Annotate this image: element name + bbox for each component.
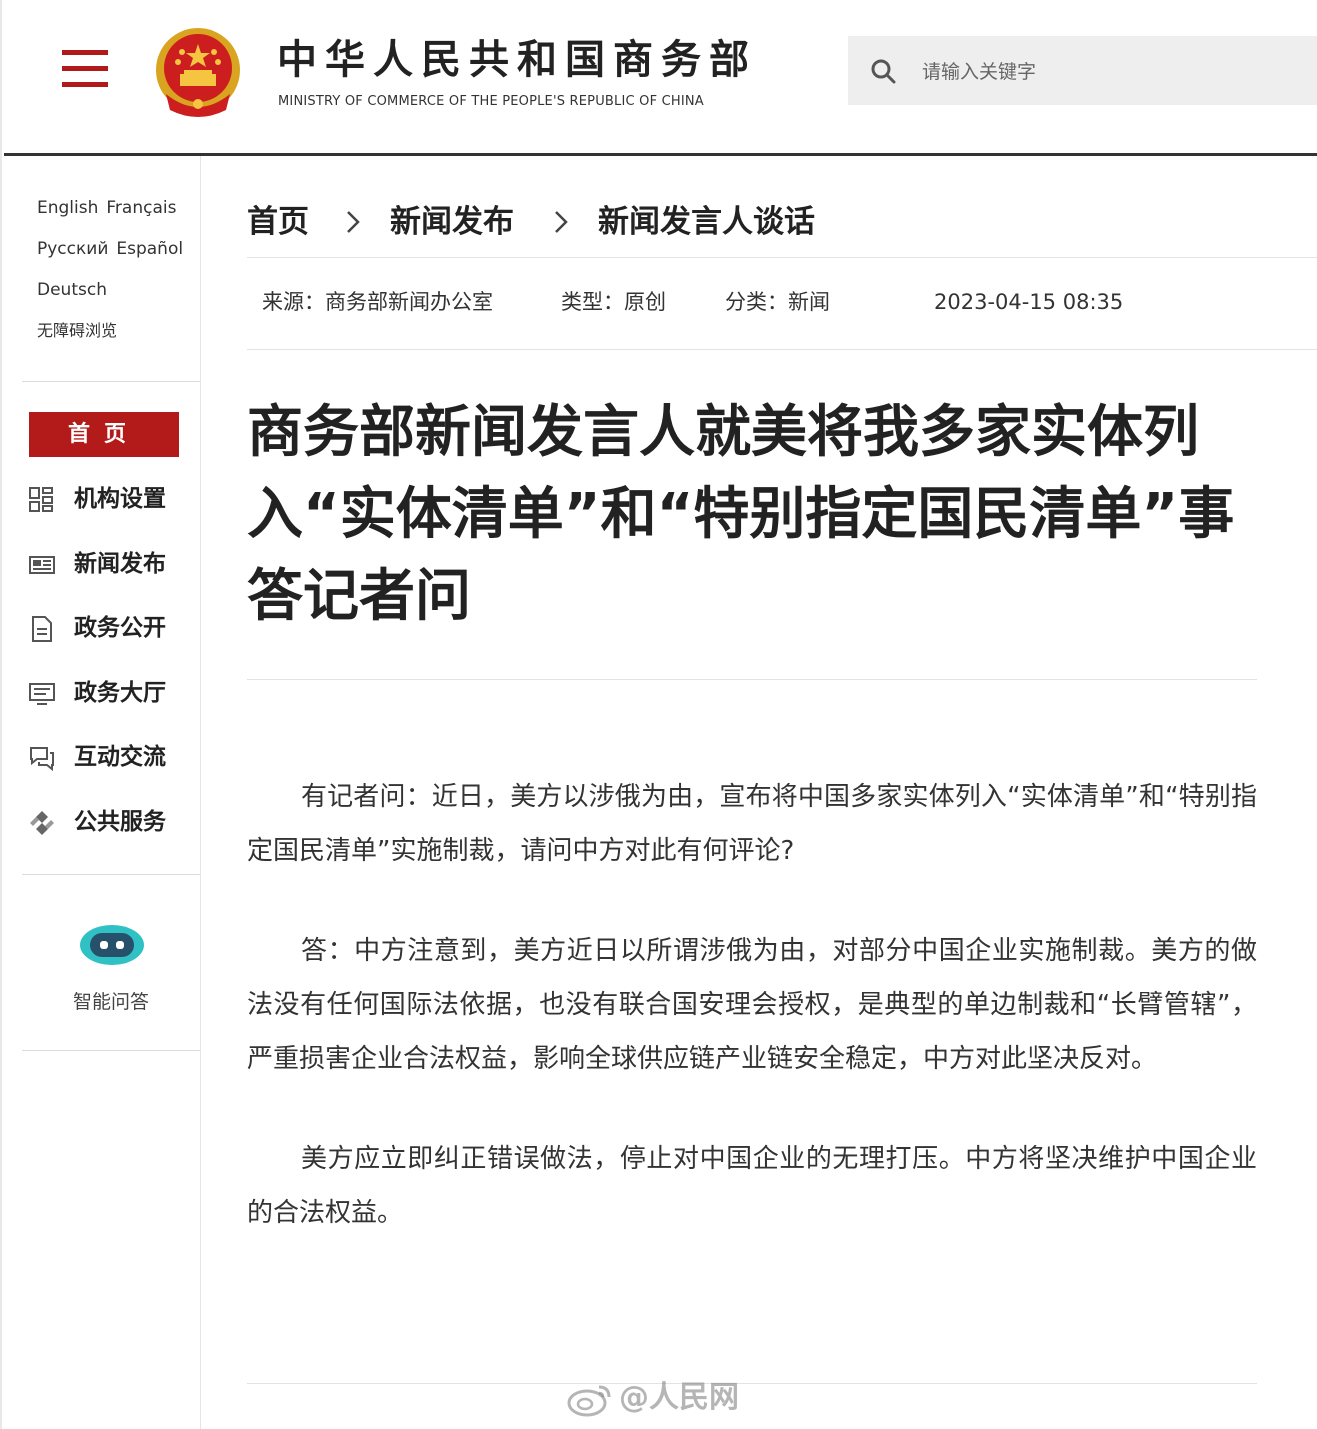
ai-assistant-label: 智能问答	[72, 991, 149, 1013]
ai-assistant-button[interactable]: 智能问答	[22, 905, 200, 1025]
title-divider	[247, 679, 1257, 680]
watermark: @人民网	[565, 1376, 739, 1420]
article-paragraph: 答：中方注意到，美方近日以所谓涉俄为由，对部分中国企业实施制裁。美方的做法没有任…	[247, 936, 1257, 1074]
monitor-icon	[29, 683, 55, 705]
sidebar-rule-middle	[22, 874, 200, 875]
breadcrumb-home-link[interactable]: 首页	[247, 198, 309, 246]
lang-french-link[interactable]: Français	[106, 198, 176, 218]
chevron-right-icon	[555, 211, 568, 233]
breadcrumb-divider	[247, 257, 1317, 258]
sidebar-item-interaction[interactable]: 互动交流	[28, 738, 200, 778]
sidebar-item-service-hall[interactable]: 政务大厅	[28, 674, 200, 714]
article-bottom-divider	[247, 1383, 1257, 1384]
watermark-text: @人民网	[619, 1380, 739, 1415]
sidebar-item-public-service[interactable]: 公共服务	[28, 803, 200, 843]
lang-german-link[interactable]: Deutsch	[37, 280, 107, 300]
robot-icon	[80, 925, 144, 965]
newspaper-icon	[29, 556, 55, 574]
weibo-icon	[567, 1385, 611, 1416]
service-icon	[30, 811, 54, 835]
sidebar-item-label: 互动交流	[74, 744, 166, 770]
sidebar-item-organization[interactable]: 机构设置	[28, 480, 200, 520]
sidebar-divider	[200, 156, 201, 1429]
meta-divider	[247, 349, 1317, 350]
search-input[interactable]	[922, 56, 1302, 88]
document-icon	[32, 616, 52, 642]
sidebar-item-news[interactable]: 新闻发布	[28, 545, 200, 585]
site-title: 中华人民共和国商务部	[277, 37, 757, 83]
sidebar-item-government-affairs[interactable]: 政务公开	[28, 609, 200, 649]
article-datetime: 2023-04-15 08:35	[934, 290, 1124, 314]
language-links: English Français Русский Español Deutsch 无…	[37, 192, 197, 356]
sidebar-item-label: 政务公开	[74, 615, 166, 641]
site-header: 中华人民共和国商务部 MINISTRY OF COMMERCE OF THE P…	[0, 0, 1317, 156]
left-frame-edge	[0, 0, 2, 1429]
grid-icon	[29, 487, 53, 512]
article-paragraph: 有记者问：近日，美方以涉俄为由，宣布将中国多家实体列入“实体清单”和“特别指定国…	[247, 782, 1257, 866]
article-type: 类型：原创	[561, 290, 666, 314]
article-category: 分类：新闻	[725, 290, 830, 314]
sidebar-item-label: 机构设置	[74, 486, 166, 512]
accessibility-link[interactable]: 无障碍浏览	[37, 321, 117, 340]
sidebar-rule-bottom	[22, 1050, 200, 1051]
breadcrumb-spokesperson-link[interactable]: 新闻发言人谈话	[598, 198, 815, 246]
search-icon[interactable]	[870, 58, 896, 84]
sidebar-home-button[interactable]: 首页	[29, 412, 179, 457]
sidebar-item-label: 政务大厅	[74, 680, 166, 706]
national-emblem-icon[interactable]	[152, 24, 244, 120]
chevron-right-icon	[347, 211, 360, 233]
chat-icon	[30, 747, 54, 772]
article-paragraph: 美方应立即纠正错误做法，停止对中国企业的无理打压。中方将坚决维护中国企业的合法权…	[247, 1144, 1257, 1228]
sidebar-item-label: 新闻发布	[74, 551, 166, 577]
lang-spanish-link[interactable]: Español	[116, 239, 183, 259]
hamburger-menu-icon[interactable]	[62, 50, 108, 88]
article-title: 商务部新闻发言人就美将我多家实体列入“实体清单”和“特别指定国民清单”事答记者问	[247, 400, 1235, 629]
lang-english-link[interactable]: English	[37, 198, 98, 218]
article-source: 来源：商务部新闻办公室	[262, 290, 493, 314]
sidebar-rule-top	[22, 381, 200, 382]
lang-russian-link[interactable]: Русский	[37, 239, 108, 259]
breadcrumb-news-link[interactable]: 新闻发布	[390, 198, 514, 246]
site-subtitle: MINISTRY OF COMMERCE OF THE PEOPLE'S REP…	[278, 94, 704, 109]
article-body: 有记者问：近日，美方以涉俄为由，宣布将中国多家实体列入“实体清单”和“特别指定国…	[247, 770, 1257, 1286]
sidebar-item-label: 公共服务	[74, 809, 166, 835]
